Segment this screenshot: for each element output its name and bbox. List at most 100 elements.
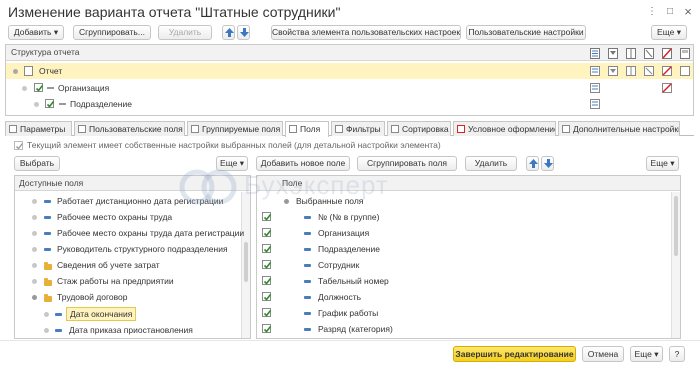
selected-field-item[interactable]: Табельный номер: [257, 273, 670, 289]
field-icon: [44, 200, 51, 203]
field-checkbox[interactable]: [262, 308, 272, 317]
row-conditional-format-icon[interactable]: [662, 66, 672, 76]
checkbox[interactable]: [34, 83, 44, 92]
row-settings-icon[interactable]: [590, 83, 600, 93]
selected-fields-scrollbar[interactable]: [671, 192, 680, 338]
selected-field-item[interactable]: График работы: [257, 305, 670, 321]
finish-editing-button[interactable]: Завершить редактирование: [453, 346, 576, 362]
tab-sorting[interactable]: Сортировка: [387, 121, 451, 136]
structure-settings-icon[interactable]: [590, 48, 600, 59]
own-settings-checkbox[interactable]: [14, 141, 24, 150]
maximize-icon[interactable]: □: [664, 6, 676, 18]
available-field-item[interactable]: Руководитель структурного подразделения: [15, 241, 241, 257]
move-up-button[interactable]: [222, 25, 235, 40]
available-fields-scrollbar[interactable]: [241, 192, 250, 338]
tree-expand-icon[interactable]: [32, 279, 37, 284]
arrow-down-icon: [240, 28, 249, 37]
user-settings-button[interactable]: Пользовательские настройки: [466, 25, 586, 40]
close-icon[interactable]: ×: [682, 5, 694, 18]
selected-field-item[interactable]: Сотрудник: [257, 257, 670, 273]
field-checkbox[interactable]: [262, 292, 272, 301]
row-extra-icon[interactable]: [680, 66, 690, 76]
check-icon: [263, 310, 272, 317]
structure-fields-icon[interactable]: [626, 48, 636, 59]
delete-field-button[interactable]: Удалить: [465, 156, 517, 171]
row-order-icon[interactable]: [644, 66, 654, 76]
select-button[interactable]: Выбрать: [14, 156, 60, 171]
delete-button[interactable]: Удалить: [158, 25, 212, 40]
available-field-item[interactable]: Рабочее место охраны труда дата регистра…: [15, 225, 244, 241]
field-checkbox[interactable]: [262, 212, 272, 221]
group-icon: [47, 87, 54, 89]
tab-additional-settings[interactable]: Дополнительные настройки: [558, 121, 680, 136]
selected-field-item[interactable]: Должность: [257, 289, 670, 305]
tab-user-fields[interactable]: Пользовательские поля: [74, 121, 185, 136]
field-move-down-button[interactable]: [541, 156, 554, 171]
structure-extra-icon[interactable]: [680, 48, 690, 59]
tree-expand-icon[interactable]: [32, 231, 37, 236]
folder-icon: [44, 262, 52, 270]
move-down-button[interactable]: [237, 25, 250, 40]
tree-expand-icon[interactable]: [44, 328, 49, 333]
tab-grouped-fields[interactable]: Группируемые поля: [187, 121, 283, 136]
tree-expand-icon[interactable]: [32, 199, 37, 204]
tab-parameters[interactable]: Параметры: [5, 121, 72, 136]
tree-collapse-icon[interactable]: [32, 295, 37, 300]
field-checkbox[interactable]: [262, 228, 272, 237]
field-checkbox[interactable]: [262, 244, 272, 253]
selected-more-button[interactable]: Еще ▾: [646, 156, 679, 171]
tab-filters[interactable]: Фильтры: [331, 121, 385, 136]
available-field-folder[interactable]: Трудовой договор: [15, 289, 241, 305]
structure-filter-icon[interactable]: [608, 48, 618, 59]
row-conditional-format-icon[interactable]: [662, 83, 672, 93]
selected-field-item[interactable]: Разряд (категория): [257, 321, 670, 337]
available-field-item-selected[interactable]: Дата окончания: [15, 306, 241, 322]
available-field-item[interactable]: Дата приказа приостановления: [15, 322, 241, 338]
more-button[interactable]: Еще ▾: [651, 25, 687, 40]
window-menu-icon[interactable]: ⋮: [646, 6, 658, 18]
help-button[interactable]: ?: [669, 346, 685, 362]
field-icon: [304, 216, 311, 219]
row-fields-icon[interactable]: [626, 66, 636, 76]
field-move-up-button[interactable]: [526, 156, 539, 171]
field-label: Трудовой договор: [57, 292, 128, 302]
scrollbar-thumb[interactable]: [674, 196, 678, 256]
add-new-field-button[interactable]: Добавить новое поле: [256, 156, 350, 171]
tab-fields[interactable]: Поля: [285, 121, 329, 137]
field-checkbox[interactable]: [262, 324, 272, 333]
field-checkbox[interactable]: [262, 260, 272, 269]
tree-expand-icon[interactable]: [32, 247, 37, 252]
cancel-button[interactable]: Отмена: [582, 346, 624, 362]
row-settings-icon[interactable]: [590, 99, 600, 109]
field-checkbox[interactable]: [262, 276, 272, 285]
group-fields-button[interactable]: Сгруппировать поля: [357, 156, 457, 171]
available-field-folder[interactable]: Стаж работы на предприятии: [15, 273, 241, 289]
tree-expand-icon[interactable]: [13, 69, 18, 74]
group-icon: [59, 103, 66, 105]
selected-field-item[interactable]: № (№ в группе): [257, 209, 670, 225]
structure-conditional-format-icon[interactable]: [662, 48, 672, 59]
selected-field-item[interactable]: Организация: [257, 225, 670, 241]
tab-label: Условное оформление: [468, 124, 556, 134]
tree-expand-icon[interactable]: [34, 102, 39, 107]
tree-expand-icon[interactable]: [22, 86, 27, 91]
field-icon: [44, 216, 51, 219]
tree-expand-icon[interactable]: [32, 215, 37, 220]
scrollbar-thumb[interactable]: [244, 242, 248, 282]
tree-expand-icon[interactable]: [32, 263, 37, 268]
add-button[interactable]: Добавить ▾: [8, 25, 64, 40]
element-properties-button[interactable]: Свойства элемента пользовательских настр…: [271, 25, 461, 40]
tab-conditional-format[interactable]: Условное оформление: [453, 121, 556, 136]
structure-order-icon[interactable]: [644, 48, 654, 59]
row-settings-icon[interactable]: [590, 66, 600, 76]
field-label: Сотрудник: [318, 260, 360, 270]
checkbox[interactable]: [45, 99, 55, 108]
row-filter-icon[interactable]: [608, 66, 618, 76]
selected-field-item[interactable]: Подразделение: [257, 241, 670, 257]
group-button[interactable]: Сгруппировать...: [73, 25, 151, 40]
available-field-folder[interactable]: Сведения об учете затрат: [15, 257, 241, 273]
tree-expand-icon[interactable]: [44, 312, 49, 317]
available-field-item[interactable]: Рабочее место охраны труда: [15, 209, 241, 225]
footer-more-button[interactable]: Еще ▾: [630, 346, 663, 362]
check-icon: [16, 143, 24, 150]
